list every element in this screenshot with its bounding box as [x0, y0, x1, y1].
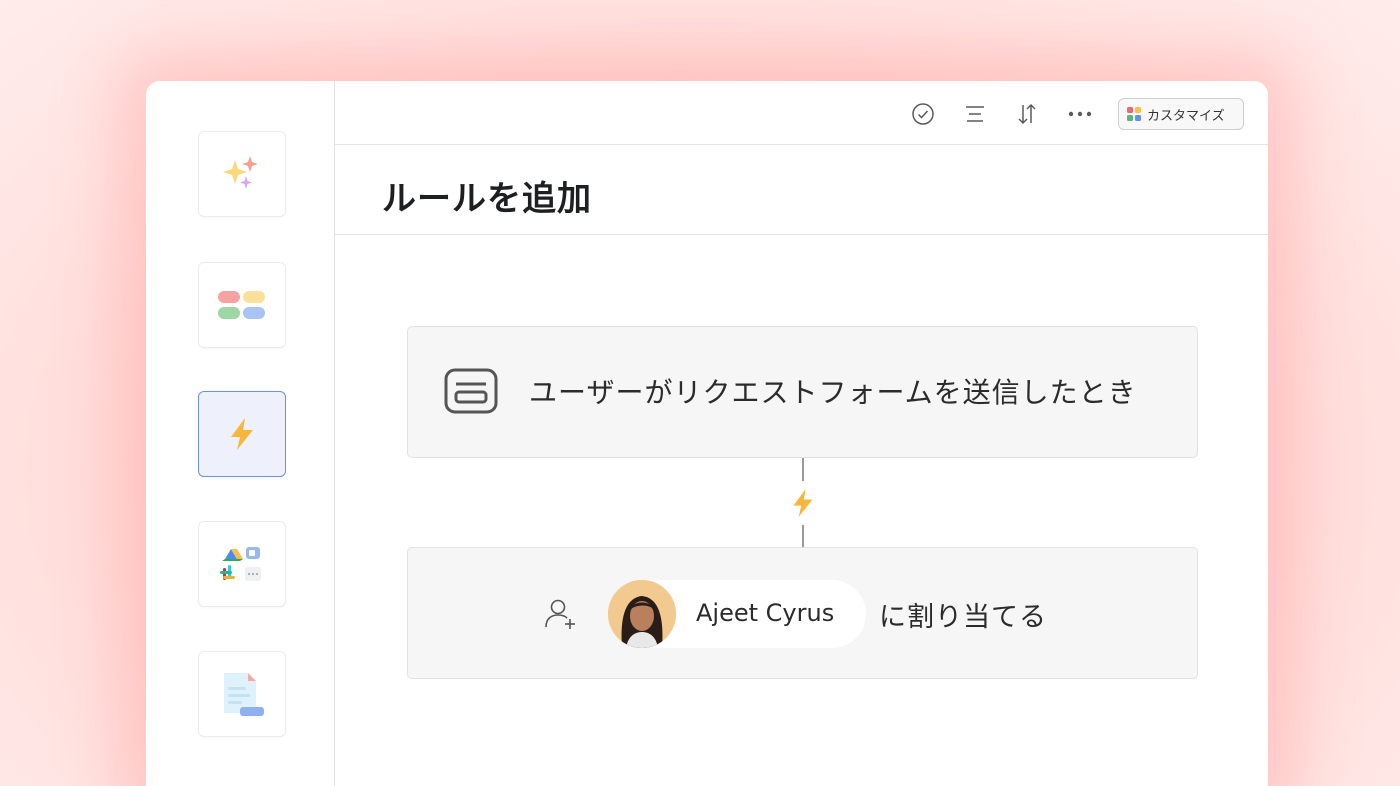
assignee-name: Ajeet Cyrus — [696, 599, 835, 627]
sidebar-item-apps[interactable] — [198, 521, 286, 607]
more-options-button[interactable] — [1067, 101, 1093, 127]
sidebar-item-fields[interactable] — [198, 262, 286, 348]
toolbar: カスタマイズ — [335, 81, 1268, 145]
rule-connector-bolt — [781, 481, 825, 525]
form-icon — [444, 368, 498, 414]
more-icon — [1068, 111, 1092, 117]
avatar — [608, 580, 676, 648]
filter-icon — [966, 106, 984, 122]
fields-icon — [218, 291, 265, 319]
sidebar — [146, 81, 335, 786]
avatar-portrait — [608, 580, 676, 648]
sidebar-item-rules[interactable] — [198, 391, 286, 477]
sidebar-item-forms[interactable] — [198, 651, 286, 737]
filter-button[interactable] — [962, 101, 988, 127]
sparkles-icon — [223, 156, 258, 189]
trigger-text: ユーザーがリクエストフォームを送信したとき — [529, 376, 1137, 409]
page-title: ルールを追加 — [382, 179, 592, 219]
lightning-icon — [793, 489, 813, 517]
lightning-icon — [231, 418, 253, 450]
sort-icon — [1018, 103, 1036, 125]
sort-button[interactable] — [1014, 101, 1040, 127]
apps-icon — [220, 547, 261, 581]
mark-complete-button[interactable] — [910, 101, 936, 127]
customize-label: カスタマイズ — [1147, 108, 1225, 124]
main-panel: カスタマイズ ルールを追加 ユーザーがリクエストフォームを送信したとき Ajee… — [335, 81, 1268, 786]
customize-grid-icon — [1127, 107, 1141, 121]
add-assignee-icon — [545, 599, 575, 629]
title-bar: ルールを追加 — [335, 145, 1268, 235]
sidebar-item-ai[interactable] — [198, 131, 286, 217]
rule-trigger-card[interactable]: ユーザーがリクエストフォームを送信したとき — [407, 326, 1198, 458]
customize-button[interactable]: カスタマイズ — [1118, 98, 1244, 130]
assignee-chip[interactable]: Ajeet Cyrus — [608, 580, 866, 648]
form-doc-icon — [224, 673, 264, 716]
rule-action-card[interactable]: Ajeet Cyrus に割り当てる — [407, 547, 1198, 679]
app-window: カスタマイズ ルールを追加 ユーザーがリクエストフォームを送信したとき Ajee… — [146, 81, 1268, 786]
check-circle-icon — [912, 103, 934, 125]
action-text: に割り当てる — [879, 602, 1047, 633]
